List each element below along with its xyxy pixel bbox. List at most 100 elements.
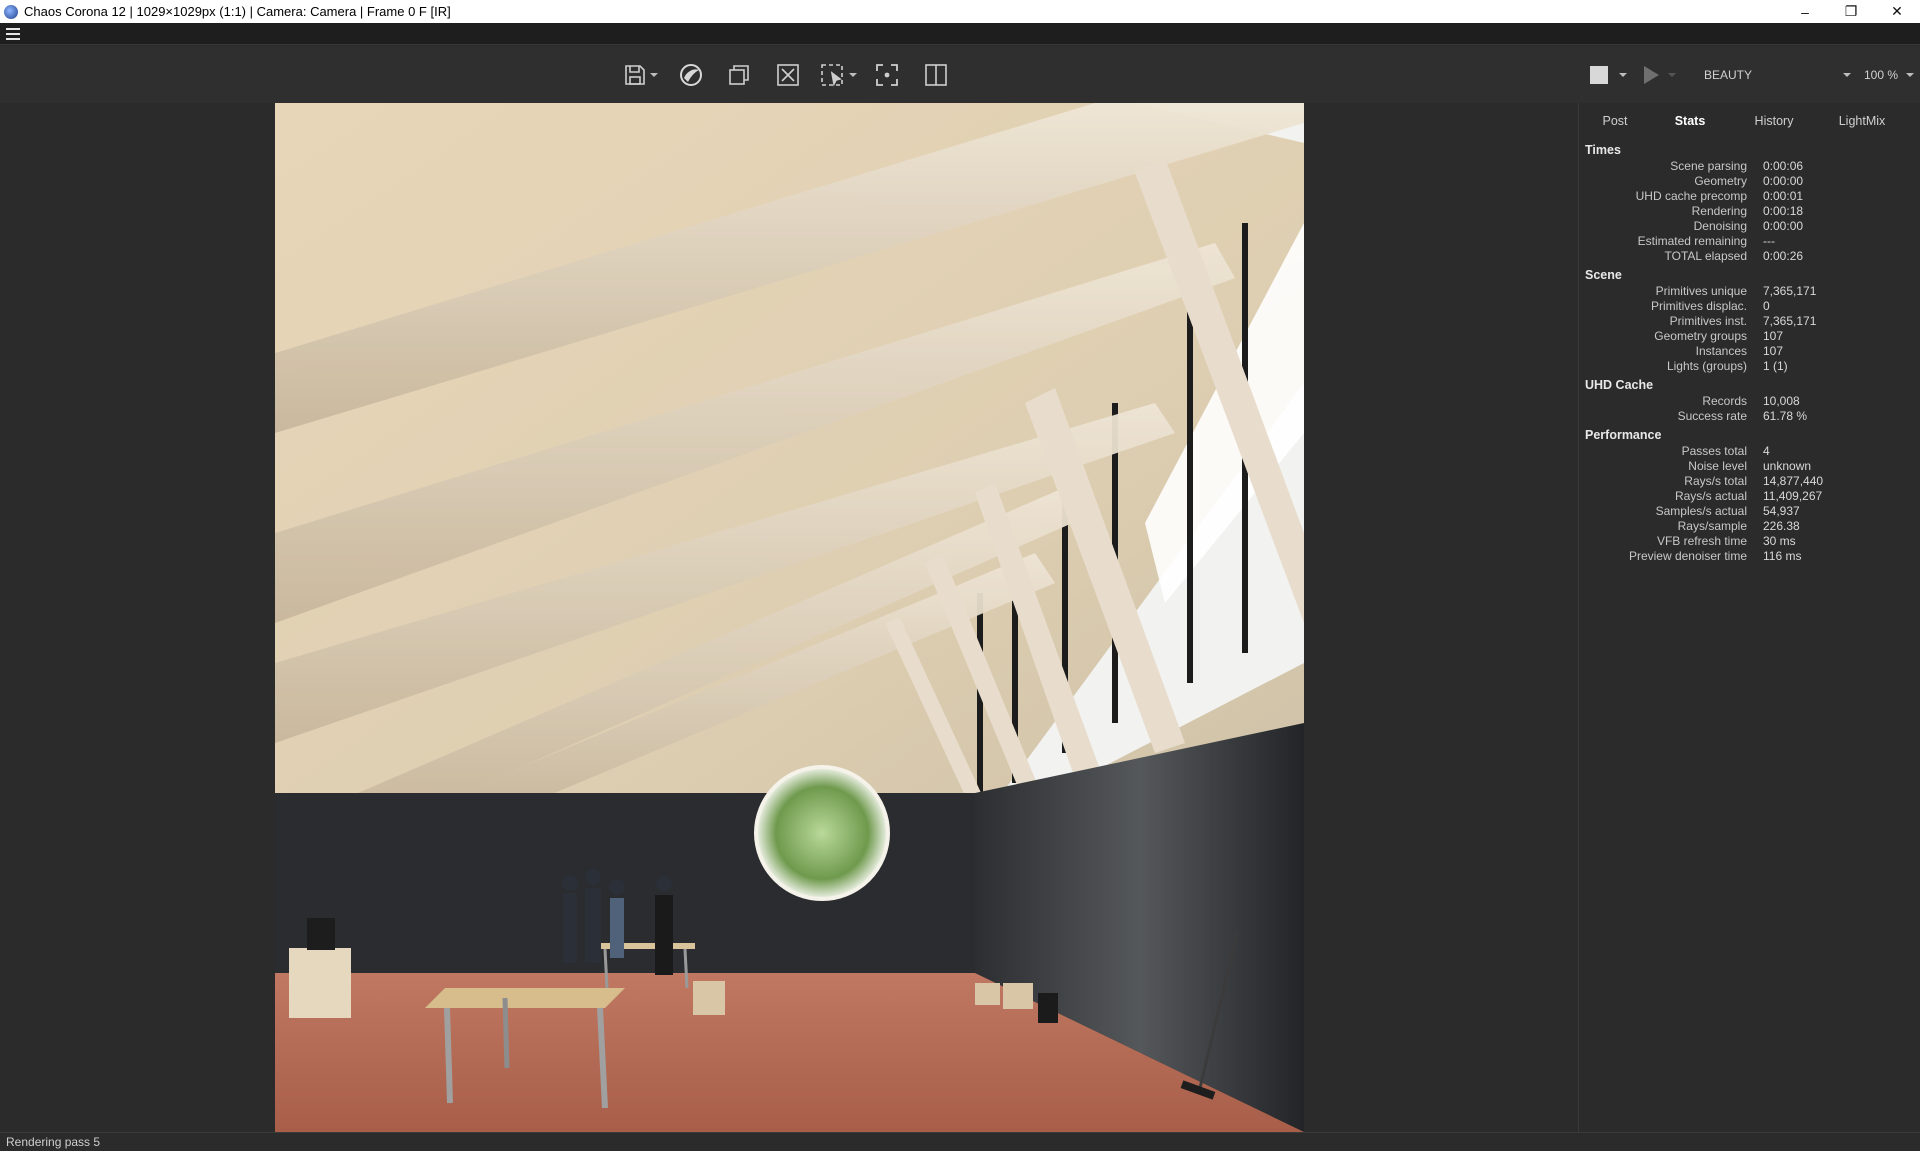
zoom-select[interactable]: 100 % <box>1864 60 1898 90</box>
stat-label: Rays/sample <box>1677 519 1747 533</box>
side-panel: Post Stats History LightMix Times Scene … <box>1578 103 1920 1132</box>
stat-row: Lights (groups) 1 (1) <box>1579 359 1920 374</box>
stat-row: Scene parsing 0:00:06 <box>1579 159 1920 174</box>
corona-logo-icon <box>680 64 702 86</box>
stat-row: Rendering 0:00:18 <box>1579 204 1920 219</box>
pass-dropdown-icon[interactable] <box>1843 73 1851 77</box>
stat-value: 4 <box>1763 444 1770 458</box>
stat-label: TOTAL elapsed <box>1664 249 1748 263</box>
restore-button[interactable]: ❐ <box>1828 0 1874 23</box>
zoom-dropdown-icon[interactable] <box>1906 73 1914 77</box>
window-title: Chaos Corona 12 | 1029×1029px (1:1) | Ca… <box>24 4 451 19</box>
render-pass-value: BEAUTY <box>1704 68 1753 82</box>
stat-label: Instances <box>1695 344 1747 358</box>
stat-label: Rendering <box>1691 204 1747 218</box>
stat-label: Geometry <box>1694 174 1747 188</box>
stat-value: unknown <box>1763 459 1812 473</box>
save-button[interactable] <box>623 60 658 90</box>
split-view-button[interactable] <box>924 60 948 90</box>
save-icon <box>625 65 645 85</box>
render-viewport[interactable] <box>0 103 1578 1132</box>
section-title-performance: Performance <box>1585 428 1662 442</box>
stats-times-section: Times Scene parsing 0:00:06 Geometry 0:00:… <box>1579 139 1920 264</box>
stat-row: Noise level unknown <box>1579 459 1920 474</box>
stat-row: Records 10,008 <box>1579 394 1920 409</box>
stat-label: Noise level <box>1688 459 1747 473</box>
stat-value: 14,877,440 <box>1763 474 1824 488</box>
stat-row: Geometry 0:00:00 <box>1579 174 1920 189</box>
stat-value: 107 <box>1763 344 1784 358</box>
clear-buffer-button[interactable] <box>776 60 800 90</box>
title-bar: Chaos Corona 12 | 1029×1029px (1:1) | Ca… <box>0 0 1920 23</box>
stat-label: Primitives displac. <box>1650 299 1747 313</box>
section-title-times: Times <box>1585 143 1621 157</box>
stop-render-button[interactable] <box>1590 66 1608 84</box>
stat-label: Denoising <box>1693 219 1747 233</box>
stat-label: Primitives unique <box>1655 284 1747 298</box>
stat-row: Rays/s actual 11,409,267 <box>1579 489 1920 504</box>
copy-icon <box>729 65 749 85</box>
status-bar: Rendering pass 5 <box>0 1132 1920 1151</box>
stat-row: UHD cache precomp 0:00:01 <box>1579 189 1920 204</box>
stat-label: VFB refresh time <box>1656 534 1747 548</box>
minimize-button[interactable]: – <box>1782 0 1828 23</box>
vfb-toolbar: BEAUTY 100 % <box>0 46 1920 103</box>
corona-app-icon <box>4 4 18 19</box>
stat-label: Scene parsing <box>1670 159 1747 173</box>
close-button[interactable]: ✕ <box>1874 0 1920 23</box>
stat-row: Passes total 4 <box>1579 444 1920 459</box>
stop-dropdown-icon[interactable] <box>1619 73 1627 77</box>
stat-row: Geometry groups 107 <box>1579 329 1920 344</box>
copy-to-clipboard-button[interactable] <box>727 60 751 90</box>
stat-row: Denoising 0:00:00 <box>1579 219 1920 234</box>
stat-row: Preview denoiser time 116 ms <box>1579 549 1920 564</box>
hamburger-menu-icon[interactable] <box>6 28 20 40</box>
stat-label: Samples/s actual <box>1655 504 1747 518</box>
stat-value: 30 ms <box>1763 534 1796 548</box>
save-dropdown-icon[interactable] <box>650 73 658 77</box>
render-pass-select[interactable]: BEAUTY <box>1700 60 1850 90</box>
stat-label: Success rate <box>1677 409 1747 423</box>
region-dropdown-icon[interactable] <box>849 73 857 77</box>
tab-post[interactable]: Post <box>1585 103 1645 139</box>
stat-value: 61.78 % <box>1763 409 1808 423</box>
stat-row: Success rate 61.78 % <box>1579 409 1920 424</box>
start-render-button[interactable] <box>1644 66 1659 84</box>
stats-scene-section: Scene Primitives unique 7,365,171 Primiti… <box>1579 264 1920 374</box>
stat-label: Records <box>1702 394 1747 408</box>
region-render-button[interactable] <box>820 60 857 90</box>
stat-row: Instances 107 <box>1579 344 1920 359</box>
section-title-uhd-cache: UHD Cache <box>1585 378 1654 392</box>
tab-lightmix[interactable]: LightMix <box>1817 103 1907 139</box>
stats-uhd-section: UHD Cache Records 10,008 Success rate 61.7… <box>1579 374 1920 424</box>
stat-label: Geometry groups <box>1654 329 1747 343</box>
stat-label: Preview denoiser time <box>1628 549 1747 563</box>
split-view-icon <box>925 64 947 86</box>
stat-value: 54,937 <box>1763 504 1800 518</box>
clear-icon <box>777 64 799 86</box>
stat-value: 0:00:06 <box>1763 159 1804 173</box>
tab-history[interactable]: History <box>1739 103 1809 139</box>
play-dropdown-icon[interactable] <box>1668 73 1676 77</box>
stat-value: 0 <box>1763 299 1770 313</box>
corona-button[interactable] <box>679 60 703 90</box>
stat-label: UHD cache precomp <box>1635 189 1747 203</box>
menu-bar <box>0 23 1920 45</box>
stat-value: 0:00:26 <box>1763 249 1804 263</box>
stat-row: Primitives displac. 0 <box>1579 299 1920 314</box>
stat-label: Passes total <box>1681 444 1747 458</box>
stat-label: Primitives inst. <box>1669 314 1747 328</box>
stat-value: 7,365,171 <box>1763 284 1817 298</box>
stat-value: 107 <box>1763 329 1784 343</box>
status-text: Rendering pass 5 <box>6 1135 101 1149</box>
fit-view-button[interactable] <box>875 60 899 90</box>
stat-value: 11,409,267 <box>1763 489 1823 503</box>
stat-value: 1 (1) <box>1763 359 1788 373</box>
tab-stats[interactable]: Stats <box>1655 103 1725 139</box>
stat-label: Rays/s actual <box>1674 489 1747 503</box>
stat-row: Primitives unique 7,365,171 <box>1579 284 1920 299</box>
stat-value: 116 ms <box>1763 549 1802 563</box>
stat-value: 0:00:00 <box>1763 174 1804 188</box>
stat-row: Estimated remaining --- <box>1579 234 1920 249</box>
fit-view-icon <box>876 64 898 86</box>
